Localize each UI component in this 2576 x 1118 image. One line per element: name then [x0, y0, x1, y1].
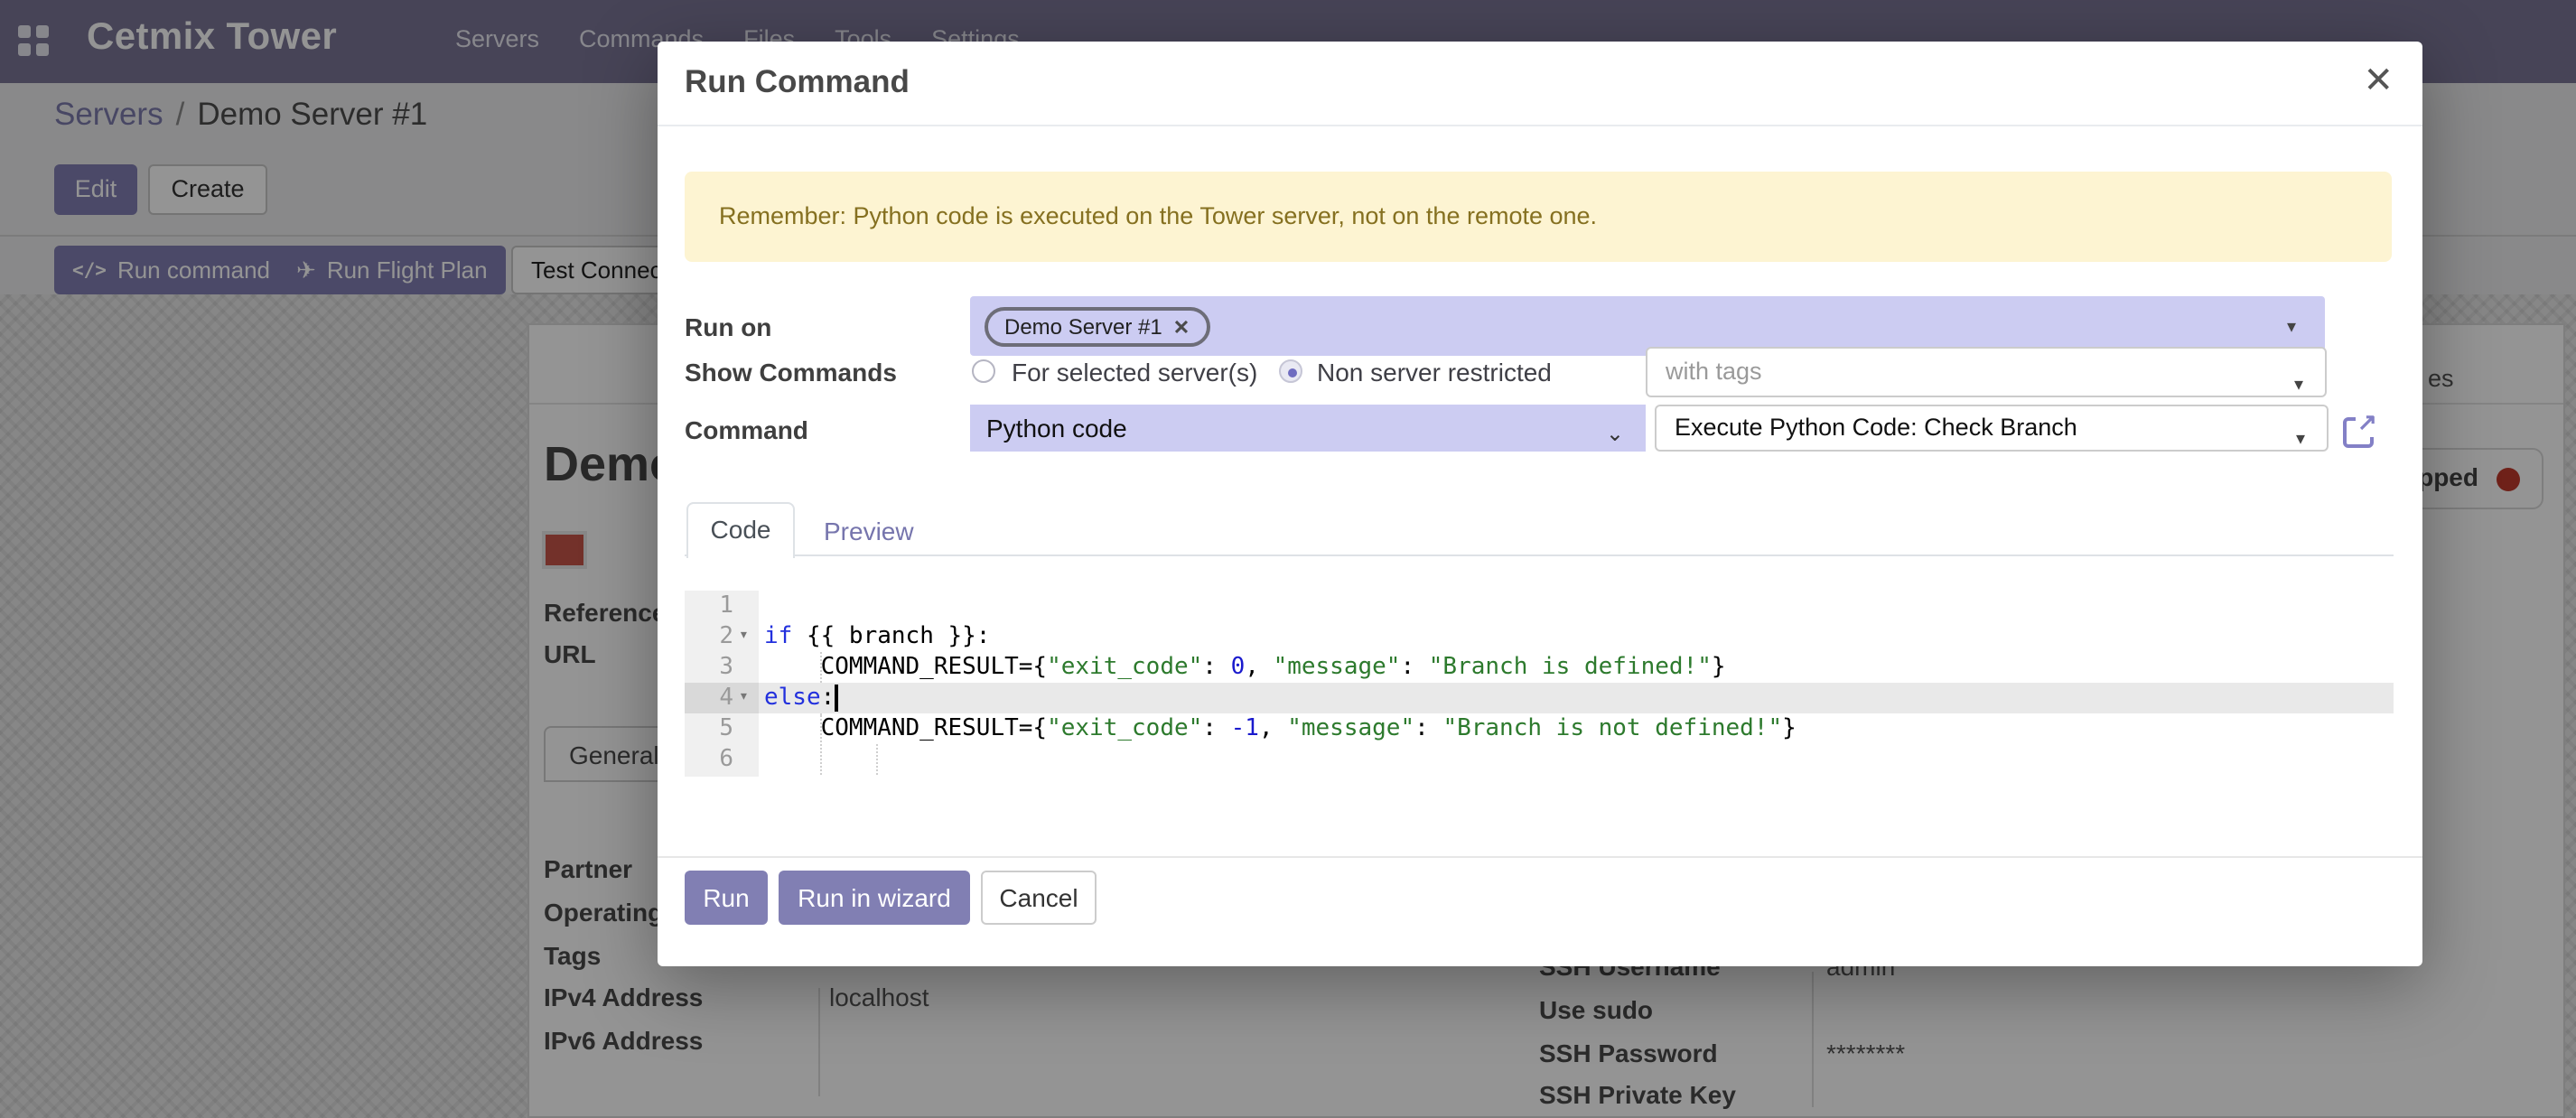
python-warning-alert: Remember: Python code is executed on the… — [685, 172, 2392, 262]
tab-code[interactable]: Code — [686, 502, 795, 558]
dialog-title: Run Command — [685, 63, 910, 101]
radio-non-server-restricted-label[interactable]: Non server restricted — [1317, 358, 1552, 387]
radio-for-selected-servers-label[interactable]: For selected server(s) — [1012, 358, 1257, 387]
with-tags-caret-icon: ▾ — [2294, 363, 2303, 410]
fold-arrow-icon[interactable]: ▾ — [739, 683, 749, 713]
run-on-label: Run on — [685, 312, 771, 341]
run-on-caret-icon[interactable]: ▾ — [2287, 318, 2296, 338]
fold-arrow-icon[interactable]: ▾ — [739, 621, 749, 652]
code-line-1: 1 — [685, 591, 2394, 621]
command-select[interactable]: Execute Python Code: Check Branch ▾ — [1655, 405, 2329, 452]
code-text: if {{ branch }}: — [764, 621, 990, 652]
close-icon[interactable]: ✕ — [2363, 58, 2394, 103]
server-tag-chip[interactable]: Demo Server #1 ✕ — [985, 307, 1209, 347]
code-line-5: 5 COMMAND_RESULT={"exit_code": -1, "mess… — [685, 713, 2394, 744]
tab-preview[interactable]: Preview — [824, 517, 914, 545]
server-tag-label: Demo Server #1 — [1004, 314, 1162, 340]
with-tags-dropdown[interactable]: with tags ▾ — [1646, 347, 2327, 397]
text-cursor — [835, 685, 838, 712]
code-line-3: 3 COMMAND_RESULT={"exit_code": 0, "messa… — [685, 652, 2394, 683]
radio-dot — [1287, 368, 1296, 377]
command-value: Execute Python Code: Check Branch — [1675, 414, 2077, 441]
command-type-value: Python code — [986, 414, 1127, 443]
line-number: 6 — [685, 744, 759, 775]
cancel-button[interactable]: Cancel — [981, 871, 1097, 925]
line-number: 1 — [685, 591, 759, 621]
show-commands-label: Show Commands — [685, 358, 897, 387]
dialog-footer-divider — [658, 856, 2422, 858]
code-line-4: 4▾else: — [685, 683, 2394, 713]
line-number: 5 — [685, 713, 759, 744]
radio-for-selected-servers[interactable] — [972, 359, 995, 383]
run-button[interactable]: Run — [685, 871, 768, 925]
line-number: 3 — [685, 652, 759, 683]
run-command-dialog: Run Command ✕ Remember: Python code is e… — [658, 42, 2422, 966]
screen: Cetmix Tower ServersCommandsFilesToolsSe… — [0, 0, 2576, 1118]
code-text: else: — [764, 683, 835, 713]
command-label: Command — [685, 415, 808, 444]
code-text: COMMAND_RESULT={"exit_code": -1, "messag… — [764, 713, 1797, 744]
code-text: COMMAND_RESULT={"exit_code": 0, "message… — [764, 652, 1726, 683]
tabs-divider — [685, 554, 2394, 556]
command-type-caret-icon: ⌄ — [1606, 410, 1624, 457]
with-tags-placeholder: with tags — [1666, 358, 1762, 385]
command-caret-icon: ▾ — [2296, 419, 2305, 462]
external-link-icon[interactable]: ↗ — [2343, 417, 2374, 448]
code-line-6: 6 — [685, 744, 2394, 775]
code-line-2: 2▾if {{ branch }}: — [685, 621, 2394, 652]
dialog-header-divider — [658, 125, 2422, 126]
command-type-select[interactable]: Python code ⌄ — [970, 405, 1646, 452]
code-editor[interactable]: 12▾if {{ branch }}:3 COMMAND_RESULT={"ex… — [685, 587, 2394, 789]
tag-remove-icon[interactable]: ✕ — [1173, 315, 1190, 339]
run-in-wizard-button[interactable]: Run in wizard — [779, 871, 970, 925]
radio-non-server-restricted[interactable] — [1279, 359, 1302, 383]
